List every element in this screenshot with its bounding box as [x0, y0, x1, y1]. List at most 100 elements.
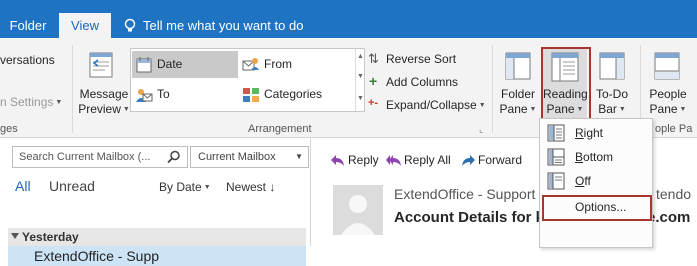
reply-label: Reply	[348, 153, 379, 167]
search-scope-dropdown[interactable]: Current Mailbox ▼	[190, 146, 309, 168]
pane-bottom-icon	[547, 148, 565, 166]
arrange-categories-label: Categories	[264, 87, 323, 101]
chevron-down-icon: ▼	[203, 184, 211, 191]
people-pane-icon	[654, 52, 680, 80]
conversation-settings-button[interactable]: n Settings ▼	[0, 95, 62, 109]
down-arrow-icon: ↓	[269, 180, 276, 194]
menu-item-options[interactable]: Options...	[542, 195, 652, 221]
sort-arrows-icon: ⇅	[368, 51, 379, 66]
mail-item-sender: ExtendOffice - Supp	[34, 248, 160, 264]
sort-by-label: By Date	[159, 180, 202, 194]
group-header-label: Yesterday	[22, 230, 79, 244]
pane-off-icon	[547, 172, 565, 190]
group-header-yesterday[interactable]: Yesterday	[8, 228, 306, 246]
to-person-icon	[136, 89, 153, 102]
sort-by-dropdown[interactable]: By Date ▼	[159, 180, 211, 194]
plus-icon: +	[369, 73, 378, 89]
arrange-by-categories[interactable]: Categories	[239, 81, 355, 108]
chevron-down-icon: ▼	[122, 106, 130, 113]
add-columns-label: Add Columns	[386, 75, 459, 89]
ribbon-tab-bar: Folder View Tell me what you want to do	[0, 0, 697, 38]
people-pane-label-1: People	[649, 87, 687, 101]
sort-order-toggle[interactable]: Newest ↓	[226, 180, 275, 194]
todo-bar-button[interactable]: To-Do Bar ▼	[592, 52, 632, 118]
from-person-icon	[242, 58, 259, 71]
arrange-by-date[interactable]: Date	[132, 51, 238, 78]
tab-view[interactable]: View	[59, 13, 111, 38]
folder-pane-label-2: Pane	[499, 102, 528, 116]
message-preview-icon	[89, 52, 113, 78]
arrangement-group-label: Arrangement	[248, 123, 312, 135]
avatar	[333, 185, 383, 235]
chevron-down-icon: ▼	[679, 106, 687, 113]
filter-all[interactable]: All	[15, 178, 31, 194]
arrange-from-label: From	[264, 57, 292, 71]
menu-item-right[interactable]: Right	[540, 121, 652, 145]
tell-me-label: Tell me what you want to do	[143, 18, 304, 33]
todo-bar-icon	[599, 52, 625, 80]
expand-collapse-label: Expand/Collapse	[386, 98, 477, 112]
contact-silhouette-icon	[333, 185, 383, 235]
search-scope-value: Current Mailbox	[198, 151, 276, 163]
search-input[interactable]: Search Current Mailbox (...	[12, 146, 188, 168]
message-subject: Account Details for ke	[394, 209, 553, 226]
filter-unread[interactable]: Unread	[49, 178, 95, 194]
sort-order-label: Newest	[226, 180, 267, 194]
menu-item-off[interactable]: Off	[540, 169, 652, 193]
categories-icon	[243, 88, 259, 102]
message-preview-label-1: Message	[79, 87, 129, 101]
scroll-down-icon: ▼	[357, 73, 364, 80]
conversations-toggle[interactable]: versations	[0, 53, 55, 67]
menu-item-bottom[interactable]: Bottom	[540, 145, 652, 169]
todo-bar-label-2: Bar	[598, 102, 617, 116]
tab-folder[interactable]: Folder	[0, 13, 56, 38]
reply-icon	[331, 155, 344, 166]
folder-pane-button[interactable]: Folder Pane ▼	[498, 52, 538, 118]
todo-bar-line2: Bar ▼	[592, 102, 632, 117]
divider	[72, 45, 73, 133]
reading-pane-menu: Right Bottom Off Options...	[539, 118, 653, 248]
reverse-sort-label: Reverse Sort	[386, 52, 457, 66]
chevron-down-icon: ▼	[478, 102, 486, 109]
search-placeholder: Search Current Mailbox (...	[19, 151, 151, 163]
chevron-down-icon: ▼	[529, 106, 537, 113]
menu-item-off-label: Off	[575, 174, 591, 188]
pane-right-icon	[547, 124, 565, 142]
folder-pane-line2: Pane ▼	[498, 102, 538, 117]
messages-group-label: ges	[0, 123, 18, 135]
people-pane-button[interactable]: People Pane ▼	[648, 52, 697, 118]
reply-all-label: Reply All	[404, 153, 451, 167]
divider	[492, 45, 493, 133]
arrange-by-to[interactable]: To	[132, 81, 238, 108]
menu-item-bottom-label: Bottom	[575, 150, 614, 164]
arrangement-gallery: Date From To Categories ▲ ▼ ▼	[130, 48, 365, 112]
calendar-icon	[136, 57, 152, 73]
chevron-down-icon: ▼	[55, 99, 63, 106]
reading-pane-highlight	[541, 47, 591, 122]
reply-all-icon	[386, 155, 401, 166]
arrange-by-from[interactable]: From	[239, 51, 355, 78]
menu-item-right-label: Right	[575, 126, 604, 140]
collapse-triangle-icon	[11, 233, 19, 239]
chevron-down-icon: ▼	[618, 106, 626, 113]
folder-pane-icon	[505, 52, 531, 80]
scroll-up-icon: ▲	[357, 53, 364, 60]
gallery-scroll[interactable]: ▲ ▼ ▼	[355, 49, 365, 111]
gallery-more-icon: ▼	[357, 95, 364, 102]
mail-list-item[interactable]: ExtendOffice - Supp	[8, 246, 306, 266]
arrange-to-label: To	[157, 87, 170, 101]
chevron-down-icon: ▼	[295, 152, 303, 161]
message-preview-line2: Preview ▼	[75, 102, 133, 117]
message-preview-button[interactable]: Message Preview ▼	[75, 52, 130, 122]
conversation-settings-label: n Settings	[0, 95, 54, 109]
folder-pane-label-1: Folder	[500, 87, 535, 101]
message-subject-tail: e.com	[647, 209, 691, 226]
forward-label: Forward	[478, 153, 523, 167]
message-sender-tail: tendo	[656, 186, 692, 202]
search-icon[interactable]	[167, 150, 181, 164]
lightbulb-icon	[124, 18, 136, 32]
menu-item-options-label: Options...	[575, 200, 627, 214]
dialog-launcher-icon[interactable]: ⌞	[479, 124, 483, 135]
expand-collapse-text: Expand/Collapse ▼	[386, 98, 486, 112]
message-sender: ExtendOffice - Support	[394, 186, 536, 202]
